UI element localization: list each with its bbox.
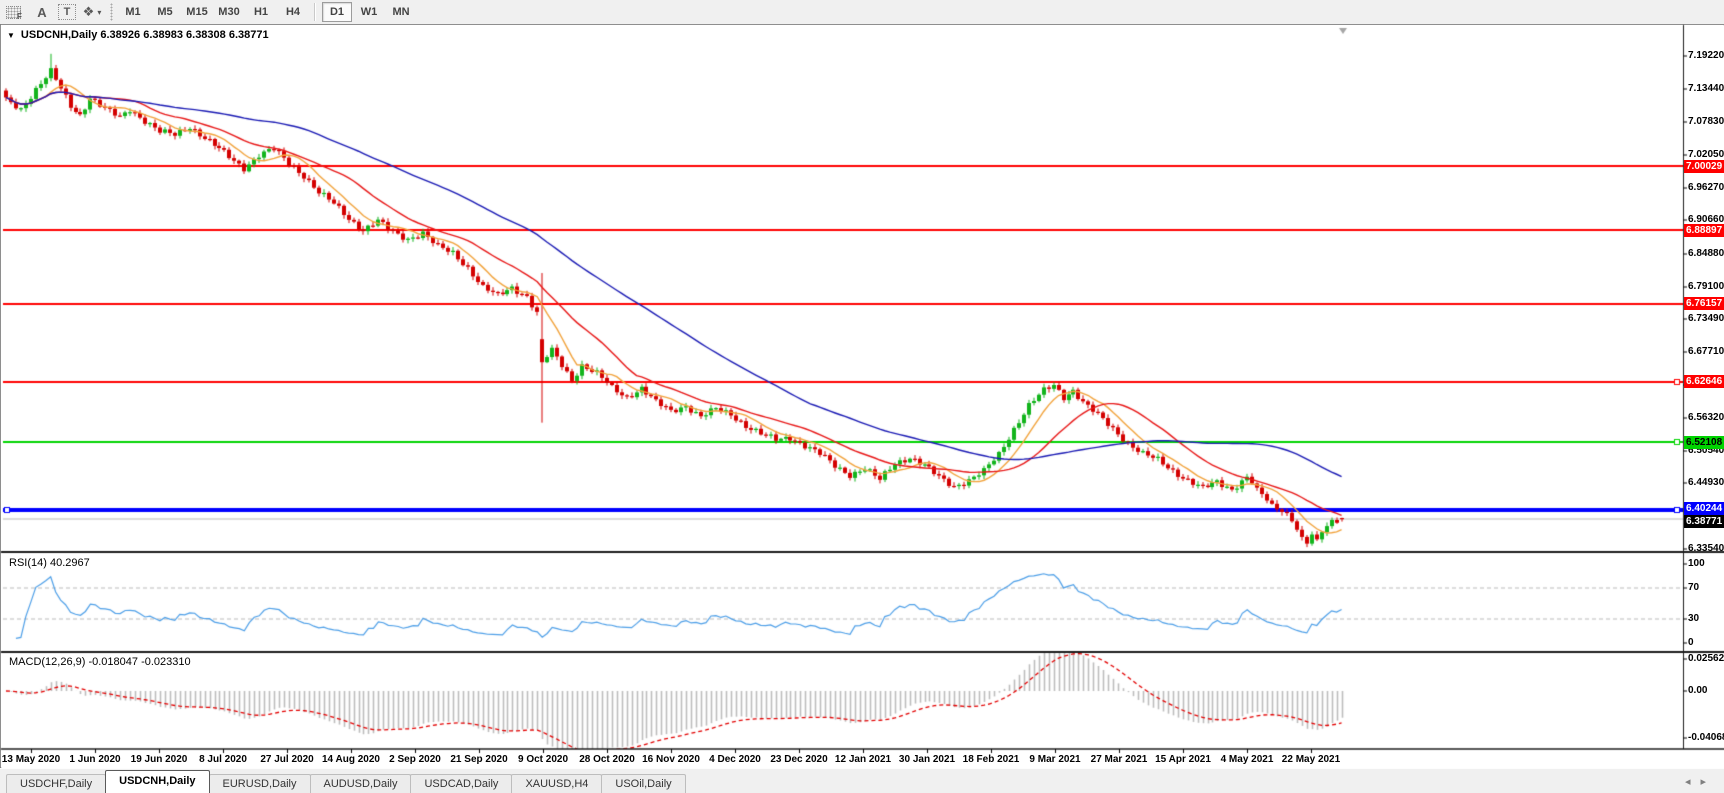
date-axis-label: 4 May 2021 [1220,754,1274,765]
date-axis-label: 12 Jan 2021 [834,754,892,765]
price-axis-tick: 6.67710 [1688,346,1724,358]
timeframe-button-h1[interactable]: H1 [246,2,276,22]
date-axis-label: 13 May 2020 [1,754,61,765]
tabs-scroll-left-icon[interactable]: ◂ [1685,776,1701,788]
date-axis-label: 22 May 2021 [1281,754,1341,765]
timeframe-button-h4[interactable]: H4 [278,2,308,22]
date-axis-label: 28 Oct 2020 [579,754,635,765]
line-price-tag: 6.62646 [1684,375,1724,389]
chart-title: ▼ USDCNH,Daily 6.38926 6.38983 6.38308 6.… [7,29,269,41]
current-price-tag: 6.38771 [1684,515,1724,529]
line-price-tag: 6.40244 [1684,501,1724,515]
price-axis-tick: 6.44930 [1688,477,1724,489]
chart-title-text: USDCNH,Daily 6.38926 6.38983 6.38308 6.3… [20,29,269,41]
rsi-axis-tick: 70 [1688,581,1700,593]
timeframe-button-m15[interactable]: M15 [182,2,212,22]
macd-indicator-label: MACD(12,26,9) -0.018047 -0.023310 [9,656,191,668]
price-axis-tick: 7.02050 [1688,148,1724,160]
objects-grid-icon[interactable]: F [2,3,26,21]
date-axis-label: 2 Sep 2020 [389,754,441,765]
timeframe-button-m1[interactable]: M1 [118,2,148,22]
rsi-axis-tick: 100 [1688,558,1705,569]
text-tool-icon[interactable]: A [30,3,54,21]
macd-axis-tick: 0.00 [1688,685,1708,696]
mt4-terminal: F A T ❖ ▾ M1 M5 M15 M30 H1 H4 D1 W1 MN ▼ USDCNH,D… [0,0,1724,793]
rsi-axis-tick: 0 [1688,637,1694,648]
price-axis-tick: 6.96270 [1688,182,1724,194]
chart-tab-eurusd[interactable]: EURUSD,Daily [208,774,311,793]
arrows-glyph: ❖ [82,4,95,19]
dropdown-caret-icon: ▾ [97,7,102,17]
price-axis-tick: 6.84880 [1688,247,1724,259]
date-axis-label: 9 Oct 2020 [517,754,569,765]
rsi-indicator-label: RSI(14) 40.2967 [9,557,90,569]
date-axis-label: 27 Mar 2021 [1090,754,1148,765]
date-axis-label: 19 Jun 2020 [130,754,188,765]
tabs-scroll-right-icon[interactable]: ▸ [1700,776,1716,788]
price-axis-tick: 6.73490 [1688,313,1724,325]
date-axis-label: 15 Apr 2021 [1155,754,1211,765]
line-price-tag: 6.88897 [1684,223,1724,237]
arrows-tool-icon[interactable]: ❖ ▾ [80,3,104,21]
text-label-tool-icon[interactable]: T [58,4,76,20]
date-axis-label: 8 Jul 2020 [199,754,247,765]
price-axis-tick: 6.56320 [1688,411,1724,423]
macd-axis-tick: -0.04068 [1688,732,1724,743]
price-axis-tick: 7.07830 [1688,115,1724,127]
chart-tabs: USDCHF,Daily USDCNH,Daily EURUSD,Daily AUDU… [6,769,686,793]
date-axis-label: 9 Mar 2021 [1029,754,1081,765]
chart-tab-usoil[interactable]: USOil,Daily [601,774,686,793]
timeframe-button-group: M1 M5 M15 M30 H1 H4 D1 W1 MN [117,2,417,22]
toolbar-drag-handle [110,3,113,21]
toolbar-separator [314,3,316,21]
date-axis-label: 4 Dec 2020 [709,754,761,765]
chart-tab-bar: USDCHF,Daily USDCNH,Daily EURUSD,Daily AUDU… [0,768,1724,793]
line-price-tag: 6.52108 [1684,435,1724,449]
chart-tab-usdcnh[interactable]: USDCNH,Daily [105,770,210,793]
line-price-tag: 6.76157 [1684,297,1724,311]
timeframe-button-d1[interactable]: D1 [322,2,352,22]
chart-tab-audusd[interactable]: AUDUSD,Daily [309,774,412,793]
date-axis-label: 27 Jul 2020 [260,754,314,765]
timeframe-button-w1[interactable]: W1 [354,2,384,22]
price-axis-tick: 7.19220 [1688,50,1724,61]
grid-f-glyph: F [17,11,22,21]
date-axis-label: 23 Dec 2020 [770,754,828,765]
chart-canvas[interactable] [0,24,1724,770]
chart-tab-usdchf[interactable]: USDCHF,Daily [6,774,107,793]
date-axis-label: 1 Jun 2020 [69,754,121,765]
toolbar: F A T ❖ ▾ M1 M5 M15 M30 H1 H4 D1 W1 MN [0,0,1724,25]
macd-axis-tick: 0.025623 [1688,653,1724,664]
price-axis-tick: 6.79100 [1688,280,1724,292]
timeframe-button-mn[interactable]: MN [386,2,416,22]
date-axis-label: 30 Jan 2021 [898,754,956,765]
price-axis-tick: 7.13440 [1688,83,1724,95]
chart-tab-usdcad[interactable]: USDCAD,Daily [410,774,513,793]
date-axis-label: 18 Feb 2021 [962,754,1020,765]
collapse-chart-icon[interactable]: ▼ [7,31,15,40]
chart-window: ▼ USDCNH,Daily 6.38926 6.38983 6.38308 6.… [0,24,1724,770]
timeframe-button-m30[interactable]: M30 [214,2,244,22]
date-axis-label: 14 Aug 2020 [322,754,380,765]
price-axis-tick: 6.33540 [1688,543,1724,554]
tab-scroll-arrows: ◂▸ [1685,775,1716,788]
date-axis-label: 16 Nov 2020 [642,754,700,765]
chart-tab-xauusd[interactable]: XAUUSD,H4 [511,774,603,793]
date-axis-label: 21 Sep 2020 [450,754,508,765]
line-price-tag: 7.00029 [1684,159,1724,173]
timeframe-button-m5[interactable]: M5 [150,2,180,22]
rsi-axis-tick: 30 [1688,613,1700,625]
